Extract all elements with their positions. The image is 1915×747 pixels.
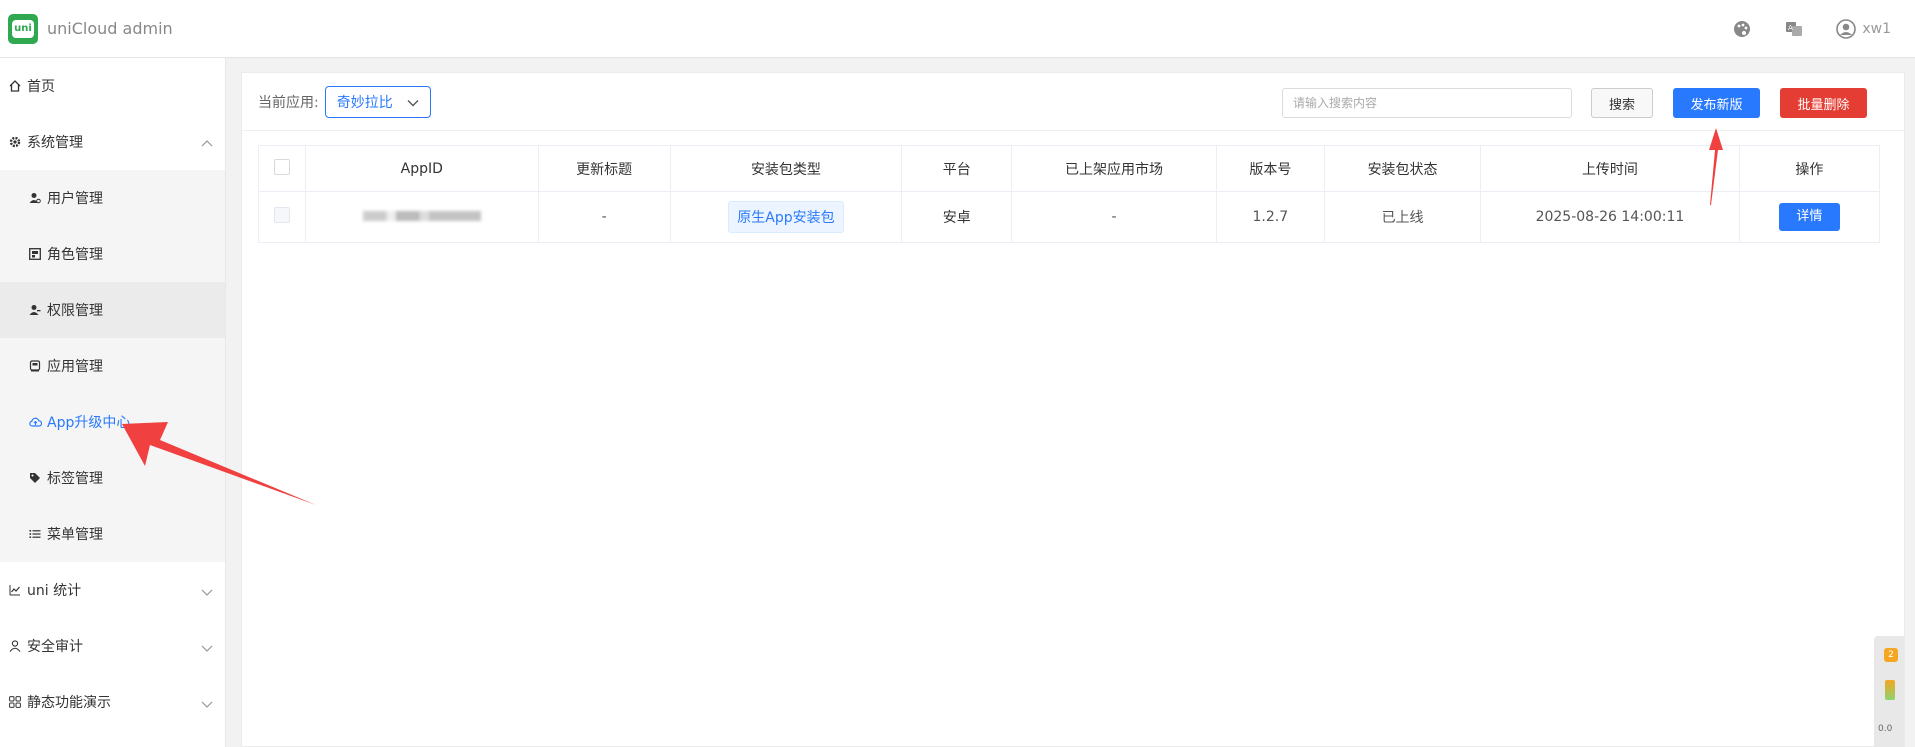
- corner-widget[interactable]: 2 0.0: [1874, 636, 1904, 747]
- select-all-checkbox[interactable]: [274, 158, 291, 175]
- level-bar: [1885, 680, 1895, 700]
- sidebar: 首页 系统管理 用户管理 角色管理 权限管理 应用管理 App升级中心 标签管理…: [0, 58, 226, 747]
- detail-button[interactable]: 详情: [1778, 203, 1840, 231]
- search-input[interactable]: [1282, 88, 1572, 118]
- grid-icon: [8, 695, 22, 709]
- sidebar-item-label: 权限管理: [47, 303, 103, 319]
- store-cell: -: [1011, 191, 1217, 243]
- role-icon: [28, 247, 42, 261]
- sidebar-item-system[interactable]: 系统管理: [0, 114, 225, 170]
- column-header: 版本号: [1215, 145, 1325, 192]
- sidebar-item-label: App升级中心: [47, 415, 131, 431]
- person-icon: [8, 639, 22, 653]
- publish-new-version-button[interactable]: 发布新版: [1673, 88, 1760, 118]
- sidebar-item-label: 静态功能演示: [27, 695, 111, 711]
- chevron-down-icon: [201, 584, 213, 600]
- sidebar-item-menus[interactable]: 菜单管理: [0, 506, 225, 562]
- version-cell: 1.2.7: [1215, 191, 1325, 243]
- cloud-upload-icon: [28, 415, 42, 429]
- home-icon: [8, 79, 22, 93]
- status-cell: 已上线: [1323, 191, 1482, 243]
- chart-icon: [8, 583, 22, 597]
- current-app-label: 当前应用:: [258, 94, 319, 111]
- appid-cell: [305, 191, 539, 243]
- app-title: uniCloud admin: [47, 19, 173, 38]
- batch-delete-button[interactable]: 批量删除: [1780, 88, 1867, 118]
- sidebar-item-label: uni 统计: [27, 583, 82, 599]
- logo-text: uni: [12, 19, 34, 38]
- redacted-appid: [362, 211, 481, 221]
- user-gear-icon: [28, 191, 42, 205]
- sidebar-item-label: 角色管理: [47, 247, 103, 263]
- search-button[interactable]: 搜索: [1591, 88, 1653, 118]
- sidebar-item-label: 系统管理: [27, 135, 83, 151]
- sidebar-item-users[interactable]: 用户管理: [0, 170, 225, 226]
- notification-badge: 2: [1884, 648, 1898, 662]
- chevron-down-icon: [201, 696, 213, 712]
- app-logo[interactable]: uni: [8, 13, 38, 44]
- column-header: 更新标题: [537, 145, 671, 192]
- column-header: 已上架应用市场: [1011, 145, 1217, 192]
- column-header: 平台: [901, 145, 1013, 192]
- sidebar-item-static-demo[interactable]: 静态功能演示: [0, 674, 225, 730]
- select-all-cell[interactable]: [257, 145, 307, 192]
- sidebar-item-uni-stats[interactable]: uni 统计: [0, 562, 225, 618]
- column-header: 操作: [1738, 145, 1881, 192]
- speed-readout: 0.0: [1878, 724, 1893, 734]
- top-header: uni uniCloud admin A xw1: [0, 0, 1915, 58]
- package-type-tag: 原生App安装包: [728, 201, 844, 233]
- column-header: 上传时间: [1480, 145, 1740, 192]
- app-select[interactable]: 奇妙拉比: [324, 85, 431, 118]
- system-submenu: 用户管理 角色管理 权限管理 应用管理 App升级中心 标签管理 菜单管理: [0, 170, 225, 562]
- version-table: AppID 更新标题 安装包类型 平台 已上架应用市场 版本号 安装包状态 上传…: [257, 145, 1881, 243]
- package-type-cell: 原生App安装包: [669, 191, 903, 243]
- table-header-row: AppID 更新标题 安装包类型 平台 已上架应用市场 版本号 安装包状态 上传…: [257, 145, 1881, 192]
- column-header: 安装包类型: [669, 145, 903, 192]
- sidebar-item-label: 菜单管理: [47, 527, 103, 543]
- tag-icon: [28, 471, 42, 485]
- sidebar-item-label: 首页: [27, 79, 55, 95]
- sidebar-item-label: 安全审计: [27, 639, 83, 655]
- row-checkbox[interactable]: [274, 207, 291, 223]
- chevron-down-icon: [406, 96, 420, 112]
- sidebar-item-label: 应用管理: [47, 359, 103, 375]
- palette-icon[interactable]: [1732, 19, 1752, 39]
- chevron-up-icon: [201, 136, 213, 152]
- title-cell: -: [537, 191, 671, 243]
- user-avatar-icon[interactable]: [1836, 19, 1857, 39]
- list-icon: [28, 527, 42, 541]
- translate-icon[interactable]: A: [1784, 19, 1804, 39]
- header-actions: A xw1: [1700, 0, 1891, 58]
- row-select-cell[interactable]: [257, 191, 307, 243]
- sidebar-item-permissions[interactable]: 权限管理: [0, 282, 225, 338]
- chevron-down-icon: [201, 640, 213, 656]
- permission-icon: [28, 303, 42, 317]
- sidebar-item-label: 用户管理: [47, 191, 103, 207]
- sidebar-item-label: 标签管理: [47, 471, 103, 487]
- sidebar-item-security-audit[interactable]: 安全审计: [0, 618, 225, 674]
- sidebar-item-home[interactable]: 首页: [0, 58, 225, 114]
- sidebar-item-app-upgrade[interactable]: App升级中心: [0, 394, 225, 450]
- app-icon: [28, 359, 42, 373]
- sidebar-item-apps[interactable]: 应用管理: [0, 338, 225, 394]
- sidebar-item-tags[interactable]: 标签管理: [0, 450, 225, 506]
- table-row: - 原生App安装包 安卓 - 1.2.7 已上线 2025-08-26 14:…: [257, 191, 1881, 243]
- action-cell: 详情: [1738, 191, 1881, 243]
- gear-icon: [8, 135, 22, 149]
- app-select-value: 奇妙拉比: [336, 94, 393, 111]
- toolbar: 当前应用: 奇妙拉比 搜索 发布新版 批量删除: [242, 73, 1904, 131]
- content-card: 当前应用: 奇妙拉比 搜索 发布新版 批量删除 AppID 更新标题 安装包类型…: [241, 72, 1905, 747]
- column-header: AppID: [305, 145, 539, 192]
- sidebar-item-roles[interactable]: 角色管理: [0, 226, 225, 282]
- column-header: 安装包状态: [1323, 145, 1482, 192]
- user-name[interactable]: xw1: [1862, 21, 1891, 37]
- svg-text:A: A: [1788, 24, 1793, 32]
- platform-cell: 安卓: [901, 191, 1013, 243]
- upload-time-cell: 2025-08-26 14:00:11: [1480, 191, 1740, 243]
